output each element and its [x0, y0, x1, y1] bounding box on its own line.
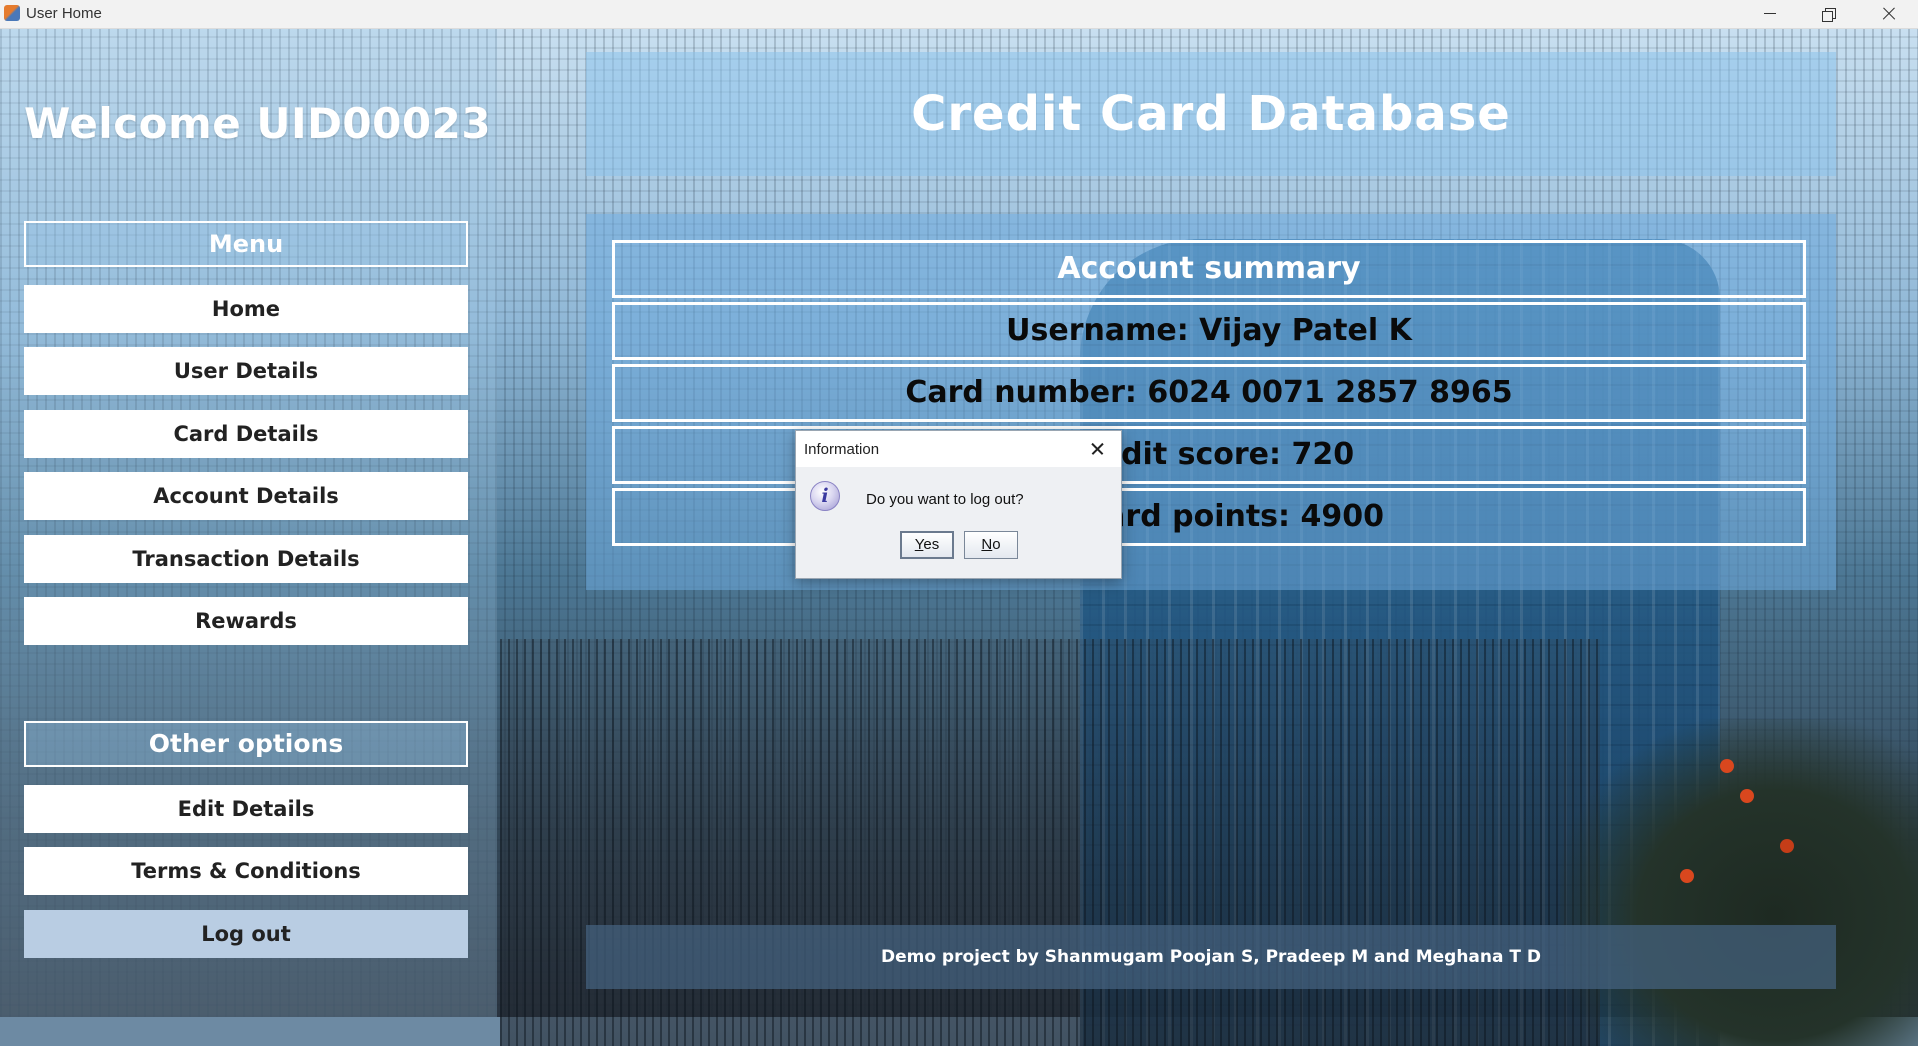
info-icon: i — [810, 481, 840, 511]
page-title: Credit Card Database — [911, 86, 1511, 142]
close-icon[interactable] — [1860, 0, 1916, 28]
credit-score-row: Credit score: 720 — [612, 426, 1806, 484]
dialog-message: Do you want to log out? — [866, 491, 1024, 508]
java-app-icon — [4, 5, 20, 21]
user-details-button[interactable]: User Details — [24, 347, 468, 395]
header-panel: Credit Card Database — [586, 52, 1836, 176]
no-mnemonic: N — [981, 536, 993, 553]
minimize-icon[interactable] — [1742, 0, 1798, 28]
welcome-heading: Welcome UID00023 — [24, 99, 492, 148]
edit-details-button[interactable]: Edit Details — [24, 785, 468, 833]
account-details-button[interactable]: Account Details — [24, 472, 468, 520]
yes-button[interactable]: Yes — [900, 531, 954, 559]
account-summary-heading: Account summary — [612, 240, 1806, 298]
account-summary-panel: Account summary Username: Vijay Patel K … — [586, 214, 1836, 590]
other-options-header: Other options — [24, 721, 468, 767]
dialog-close-icon[interactable] — [1086, 437, 1110, 461]
terms-conditions-button[interactable]: Terms & Conditions — [24, 847, 468, 895]
no-button[interactable]: No — [964, 531, 1018, 559]
dialog-title: Information — [804, 441, 880, 458]
logout-dialog: Information i Do you want to log out? Ye… — [795, 430, 1122, 579]
footer: Demo project by Shanmugam Poojan S, Prad… — [586, 925, 1836, 989]
transaction-details-button[interactable]: Transaction Details — [24, 535, 468, 583]
no-label-rest: o — [992, 536, 1001, 553]
window-title: User Home — [26, 5, 102, 22]
restore-icon[interactable] — [1800, 0, 1856, 28]
username-row: Username: Vijay Patel K — [612, 302, 1806, 360]
card-number-row: Card number: 6024 0071 2857 8965 — [612, 364, 1806, 422]
home-button[interactable]: Home — [24, 285, 468, 333]
rewards-button[interactable]: Rewards — [24, 597, 468, 645]
window-titlebar: User Home — [0, 0, 1918, 29]
menu-header: Menu — [24, 221, 468, 267]
footer-credits: Demo project by Shanmugam Poojan S, Prad… — [880, 947, 1542, 967]
reward-points-row: Reward points: 4900 — [612, 488, 1806, 546]
dialog-titlebar: Information — [796, 431, 1121, 467]
card-details-button[interactable]: Card Details — [24, 410, 468, 458]
log-out-button[interactable]: Log out — [24, 910, 468, 958]
yes-label-rest: es — [923, 536, 940, 553]
background-foliage — [1560, 719, 1918, 1046]
